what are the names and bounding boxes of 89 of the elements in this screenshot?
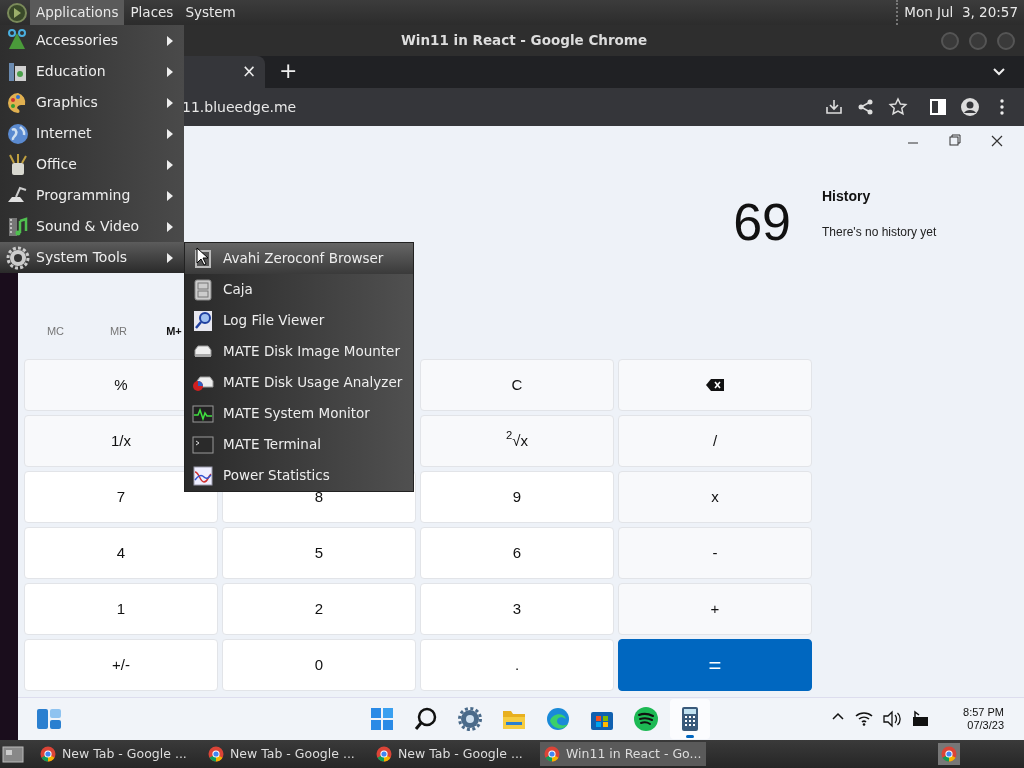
chart-icon: [191, 463, 215, 488]
menu-item[interactable]: Avahi Zeroconf Browser: [185, 243, 413, 274]
task-button[interactable]: Win11 in React - Go...: [540, 742, 706, 766]
memory-button[interactable]: MR: [87, 322, 150, 340]
taskbar-date: 07/3/23: [966, 719, 1004, 732]
menu-item[interactable]: Graphics: [0, 87, 184, 118]
tray-button[interactable]: [938, 743, 960, 765]
address-field[interactable]: 11.blueedge.me: [182, 96, 297, 118]
digit-key[interactable]: 9: [420, 471, 614, 523]
browser-icon: [208, 746, 224, 762]
menu-item[interactable]: Programming: [0, 180, 184, 211]
submenu-arrow-icon: [166, 159, 174, 170]
submenu-arrow-icon: [166, 35, 174, 46]
submenu-arrow-icon: [166, 190, 174, 201]
backspace-icon: [706, 379, 724, 391]
function-key[interactable]: +: [618, 583, 812, 635]
taskbar-time: 8:57 PM: [963, 706, 1004, 719]
battery-icon[interactable]: [911, 710, 930, 728]
start-icon: [369, 706, 395, 732]
magnifier-icon: [191, 308, 215, 333]
pencil-cup-icon: [6, 152, 30, 177]
menu-item[interactable]: Internet: [0, 118, 184, 149]
search-icon: [413, 706, 439, 732]
digit-key[interactable]: 4: [24, 527, 218, 579]
digit-key[interactable]: 0: [222, 639, 416, 691]
history-empty-text: There's no history yet: [822, 224, 937, 241]
task-button[interactable]: New Tab - Google ...: [204, 742, 370, 766]
mouse-pointer-icon: [196, 247, 209, 266]
history-title: History: [822, 187, 872, 206]
menu-item[interactable]: System Tools: [0, 242, 184, 273]
digit-key[interactable]: 5: [222, 527, 416, 579]
browser-icon: [941, 746, 957, 762]
digit-key[interactable]: 7: [24, 471, 218, 523]
menu-item[interactable]: Places: [124, 0, 180, 25]
digit-key[interactable]: +/-: [24, 639, 218, 691]
memory-button[interactable]: M+: [164, 322, 184, 340]
submenu-arrow-icon: [166, 128, 174, 139]
volume-icon[interactable]: [883, 710, 902, 728]
function-key[interactable]: C: [420, 359, 614, 411]
wifi-icon[interactable]: [855, 710, 874, 728]
submenu-arrow-icon: [166, 97, 174, 108]
menu-item[interactable]: System: [179, 0, 242, 25]
function-key[interactable]: /: [618, 415, 812, 467]
browser-icon: [376, 746, 392, 762]
menu-item[interactable]: Log File Viewer: [185, 305, 413, 336]
globe-icon: [6, 121, 30, 146]
function-key[interactable]: x: [618, 471, 812, 523]
task-button[interactable]: New Tab - Google ...: [36, 742, 202, 766]
restore-icon[interactable]: [948, 133, 962, 149]
close-icon[interactable]: [990, 133, 1004, 149]
window-title: Win11 in React - Google Chrome: [400, 32, 648, 49]
tab-close-button[interactable]: ×: [239, 59, 259, 85]
function-key[interactable]: -: [618, 527, 812, 579]
digit-key[interactable]: 6: [420, 527, 614, 579]
menu-item[interactable]: Applications: [30, 0, 125, 25]
digit-key[interactable]: 3: [420, 583, 614, 635]
download-icon[interactable]: [824, 97, 844, 117]
menu-item[interactable]: Accessories: [0, 25, 184, 56]
new-tab-button[interactable]: +: [279, 56, 298, 88]
widgets-icon[interactable]: [36, 708, 62, 730]
digit-key[interactable]: 1: [24, 583, 218, 635]
browser-icon: [544, 746, 560, 762]
side-panel-icon[interactable]: [928, 97, 948, 117]
show-desktop-icon[interactable]: [2, 744, 24, 764]
digit-key[interactable]: .: [420, 639, 614, 691]
cabinet-icon: [191, 277, 215, 302]
taskbar-button[interactable]: [670, 699, 710, 739]
menu-item[interactable]: Sound & Video: [0, 211, 184, 242]
task-button[interactable]: New Tab - Google ...: [372, 742, 538, 766]
profile-icon[interactable]: [960, 97, 980, 117]
calculator-display: 69: [733, 196, 791, 248]
menu-item[interactable]: Office: [0, 149, 184, 180]
submenu-arrow-icon: [166, 252, 174, 263]
submenu-arrow-icon: [166, 221, 174, 232]
equals-key[interactable]: =: [618, 639, 812, 691]
star-icon[interactable]: [888, 97, 908, 117]
submenu-arrow-icon: [166, 66, 174, 77]
browser-icon: [545, 706, 571, 732]
music-app-icon: [633, 706, 659, 732]
digit-key[interactable]: 2: [222, 583, 416, 635]
chevron-down-icon[interactable]: [992, 67, 1006, 77]
memory-button[interactable]: MC: [24, 322, 87, 340]
browser-icon: [40, 746, 56, 762]
function-key[interactable]: $^{2}$√x: [420, 415, 614, 467]
gear-icon: [6, 245, 30, 270]
menu-item[interactable]: Education: [0, 56, 184, 87]
gear-icon: [457, 706, 483, 732]
menu-item[interactable]: Caja: [185, 274, 413, 305]
mate-logo-icon[interactable]: [6, 1, 28, 24]
